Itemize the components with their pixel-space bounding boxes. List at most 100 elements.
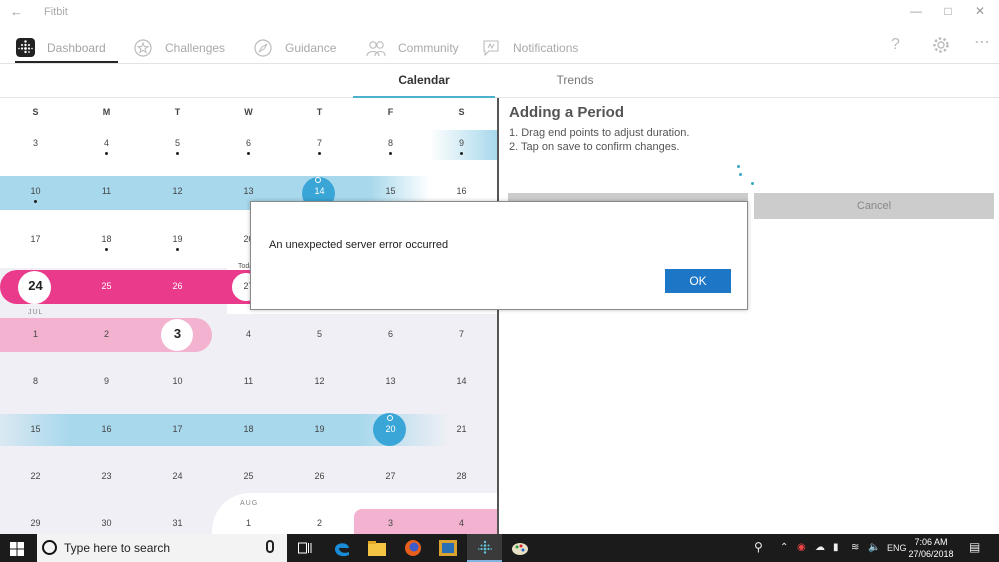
calendar-day[interactable]: 19: [284, 424, 355, 434]
help-icon[interactable]: ?: [891, 36, 900, 54]
nav-dashboard[interactable]: Dashboard: [15, 34, 118, 63]
search-placeholder: Type here to search: [64, 541, 171, 555]
wifi-icon[interactable]: ≋: [851, 542, 859, 553]
calendar-day[interactable]: 23: [71, 471, 142, 481]
calendar-day[interactable]: 8: [355, 138, 426, 148]
calendar-day[interactable]: 31: [142, 518, 213, 528]
calendar-day[interactable]: 11: [71, 186, 142, 196]
calendar-day[interactable]: 7: [284, 138, 355, 148]
minimize-icon[interactable]: —: [906, 4, 926, 18]
calendar-day[interactable]: 22: [0, 471, 71, 481]
calendar-day[interactable]: 24: [0, 278, 71, 293]
maximize-icon[interactable]: □: [938, 4, 958, 18]
calendar-day[interactable]: 25: [213, 471, 284, 481]
calendar-day[interactable]: 20: [355, 424, 426, 434]
activity-dot: [389, 152, 392, 155]
fitbit-taskbar-icon[interactable]: [467, 534, 502, 562]
calendar-day[interactable]: 17: [142, 424, 213, 434]
people-icon[interactable]: ⚲: [754, 540, 763, 554]
calendar-day[interactable]: 26: [142, 281, 213, 291]
taskbar-clock[interactable]: 7:06 AM 27/06/2018: [906, 536, 956, 560]
calendar-day[interactable]: 15: [355, 186, 426, 196]
more-icon[interactable]: ⋯: [974, 32, 990, 52]
cancel-button[interactable]: Cancel: [754, 193, 994, 219]
calendar-day[interactable]: 5: [142, 138, 213, 148]
activity-dot: [460, 152, 463, 155]
calendar-day[interactable]: 2: [71, 329, 142, 339]
media-app-icon[interactable]: [430, 534, 465, 562]
calendar-day[interactable]: 15: [0, 424, 71, 434]
edge-icon[interactable]: [324, 534, 359, 562]
battery-icon[interactable]: ▮: [833, 542, 839, 553]
gear-icon[interactable]: [932, 36, 950, 59]
calendar-day[interactable]: 13: [213, 186, 284, 196]
calendar-day[interactable]: 24: [142, 471, 213, 481]
calendar-day[interactable]: 2: [284, 518, 355, 528]
calendar-day[interactable]: 3: [142, 326, 213, 341]
calendar-day[interactable]: 12: [142, 186, 213, 196]
clock-date: 27/06/2018: [908, 549, 954, 559]
calendar-day[interactable]: 25: [71, 281, 142, 291]
calendar-day[interactable]: 4: [71, 138, 142, 148]
calendar-day[interactable]: 5: [284, 329, 355, 339]
windows-start-icon[interactable]: [10, 542, 24, 556]
calendar-day[interactable]: 29: [0, 518, 71, 528]
taskbar-search[interactable]: Type here to search: [37, 534, 287, 562]
calendar-day[interactable]: 1: [0, 329, 71, 339]
tab-trends[interactable]: Trends: [504, 73, 646, 87]
clock-time: 7:06 AM: [914, 537, 948, 547]
file-explorer-icon[interactable]: [359, 534, 394, 562]
tab-calendar[interactable]: Calendar: [353, 73, 495, 87]
calendar-day[interactable]: 8: [0, 376, 71, 386]
calendar-day[interactable]: 12: [284, 376, 355, 386]
nav-community[interactable]: Community: [366, 34, 459, 62]
back-arrow-icon[interactable]: ←: [10, 4, 23, 19]
calendar-day[interactable]: 3: [0, 138, 71, 148]
nav-label: Notifications: [513, 41, 579, 55]
calendar-day[interactable]: 9: [71, 376, 142, 386]
antivirus-icon[interactable]: ◉: [797, 542, 806, 553]
calendar-day[interactable]: 9: [426, 138, 497, 148]
calendar-day[interactable]: 30: [71, 518, 142, 528]
nav-challenges[interactable]: Challenges: [133, 34, 225, 62]
nav-notifications[interactable]: Notifications: [481, 34, 578, 62]
calendar-day[interactable]: 7: [426, 329, 497, 339]
calendar-day[interactable]: 4: [426, 518, 497, 528]
calendar-day[interactable]: 10: [142, 376, 213, 386]
paint-app-icon[interactable]: [502, 534, 537, 562]
calendar-day[interactable]: 27: [355, 471, 426, 481]
chevron-up-icon[interactable]: ⌃: [780, 542, 788, 553]
task-view-icon[interactable]: [287, 534, 322, 562]
nav-label: Community: [398, 41, 459, 55]
calendar-day[interactable]: 3: [355, 518, 426, 528]
calendar-day[interactable]: 1: [213, 518, 284, 528]
nav-guidance[interactable]: Guidance: [253, 34, 336, 62]
calendar-day[interactable]: 14: [426, 376, 497, 386]
firefox-icon[interactable]: [395, 534, 430, 562]
calendar-day[interactable]: 6: [355, 329, 426, 339]
calendar-day[interactable]: 28: [426, 471, 497, 481]
notifications-icon[interactable]: ▤: [969, 540, 980, 554]
calendar-day[interactable]: 16: [426, 186, 497, 196]
close-icon[interactable]: ✕: [970, 4, 990, 18]
calendar-day[interactable]: 13: [355, 376, 426, 386]
calendar-day[interactable]: 14: [284, 186, 355, 196]
calendar-day[interactable]: 17: [0, 234, 71, 244]
calendar-day[interactable]: 11: [213, 376, 284, 386]
calendar-day[interactable]: 18: [213, 424, 284, 434]
activity-dot: [176, 248, 179, 251]
weekday-fri: F: [387, 107, 394, 117]
calendar-day[interactable]: 26: [284, 471, 355, 481]
calendar-day[interactable]: 16: [71, 424, 142, 434]
calendar-day[interactable]: 18: [71, 234, 142, 244]
calendar-day[interactable]: 10: [0, 186, 71, 196]
microphone-icon[interactable]: [266, 540, 274, 553]
volume-icon[interactable]: 🔈: [868, 542, 880, 553]
calendar-day[interactable]: 4: [213, 329, 284, 339]
calendar-day[interactable]: 6: [213, 138, 284, 148]
ok-button[interactable]: OK: [665, 269, 731, 293]
calendar-day[interactable]: 21: [426, 424, 497, 434]
language-indicator[interactable]: ENG: [887, 543, 907, 553]
onedrive-icon[interactable]: ☁: [815, 542, 825, 553]
calendar-day[interactable]: 19: [142, 234, 213, 244]
